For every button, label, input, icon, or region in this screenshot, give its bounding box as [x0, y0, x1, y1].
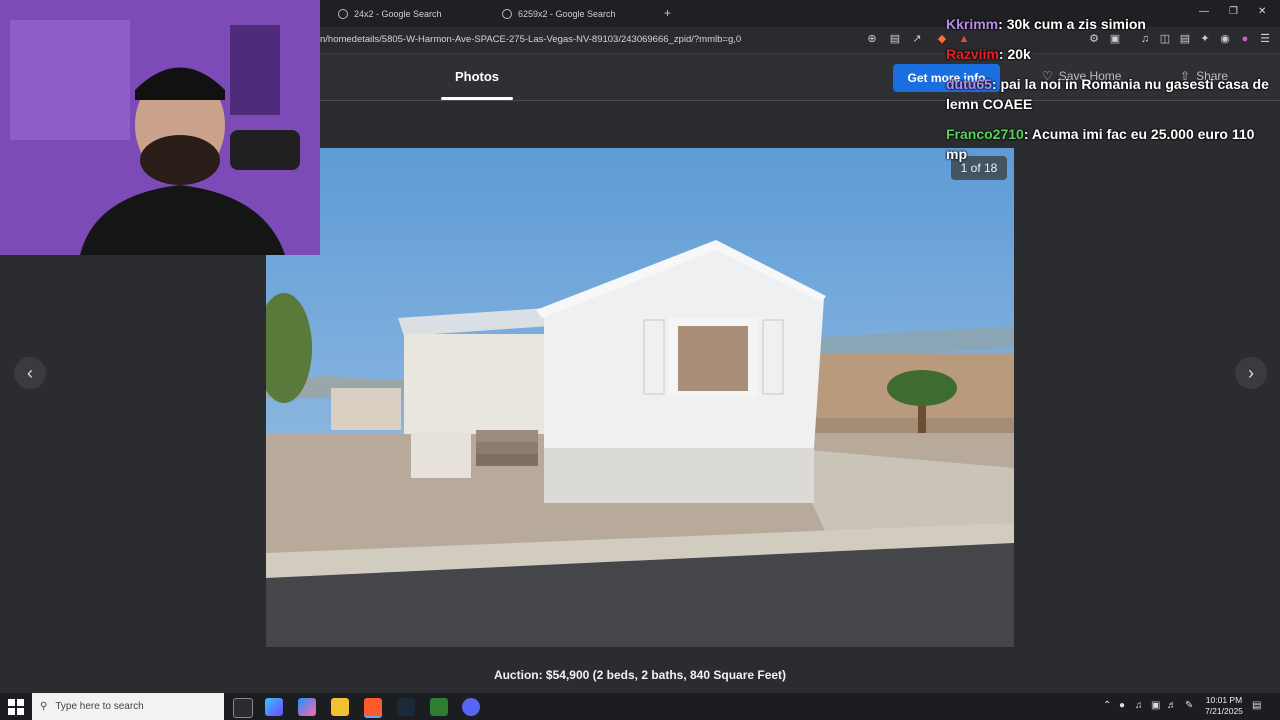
stream-chat: Kkrimm: 30k cum a zis simion Razviim: 20… [946, 14, 1276, 174]
chevron-left-icon: ‹ [27, 362, 33, 383]
task-view-icon[interactable] [233, 698, 253, 718]
system-clock[interactable]: 10:01 PM 7/21/2025 [1198, 695, 1250, 717]
tab-label: 6259x2 - Google Search [518, 9, 616, 19]
file-explorer-icon[interactable] [331, 698, 349, 716]
notifications-icon[interactable]: ▤ [1252, 700, 1261, 711]
chat-text: 30k cum a zis simion [1006, 16, 1146, 32]
clock-time: 10:01 PM [1205, 695, 1243, 705]
search-input: Type here to search [55, 701, 144, 712]
tab-photos[interactable]: Photos [441, 69, 513, 84]
house-image [266, 148, 1014, 647]
copilot-icon[interactable] [265, 698, 283, 716]
pen-icon[interactable]: ✎ [1185, 700, 1193, 711]
chat-username: dutu65 [946, 76, 992, 92]
listing-photo[interactable] [266, 148, 1014, 647]
chevron-right-icon: › [1248, 362, 1254, 383]
reader-icon[interactable]: ▤ [888, 32, 902, 46]
chat-message: Razviim: 20k [946, 44, 1276, 64]
discord-icon[interactable] [462, 698, 480, 716]
new-tab-button[interactable]: + [664, 6, 671, 20]
network-icon[interactable]: ▣ [1151, 700, 1160, 711]
active-tab-indicator [441, 97, 513, 100]
streamer-webcam-image [0, 0, 320, 255]
url-field[interactable]: n/homedetails/5805-W-Harmon-Ave-SPACE-27… [320, 34, 741, 45]
browser-tab[interactable]: 24x2 - Google Search [338, 4, 442, 24]
taskbar-search[interactable]: ⚲ Type here to search [32, 693, 224, 720]
listing-caption: Auction: $54,900 (2 beds, 2 baths, 840 S… [493, 668, 787, 682]
volume-tray-icon[interactable]: ♫ [1135, 700, 1143, 711]
browser-tab[interactable]: 6259x2 - Google Search [502, 4, 616, 24]
speaker-icon[interactable]: ♬ [1167, 700, 1177, 711]
search-icon: ⚲ [40, 701, 48, 712]
google-favicon-icon [502, 9, 512, 19]
previous-photo-button[interactable]: ‹ [14, 357, 46, 389]
microphone-icon[interactable]: ● [1119, 700, 1125, 711]
chat-username: Franco2710 [946, 126, 1024, 142]
chat-message: Kkrimm: 30k cum a zis simion [946, 14, 1276, 34]
chat-message: Franco2710: Acuma imi fac eu 25.000 euro… [946, 124, 1276, 164]
google-favicon-icon [338, 9, 348, 19]
copilot-app-icon[interactable] [298, 698, 316, 716]
webcam-overlay [0, 0, 320, 255]
excel-icon[interactable] [430, 698, 448, 716]
clock-date: 7/21/2025 [1205, 706, 1243, 716]
chat-separator: : [1023, 126, 1032, 142]
brave-browser-icon[interactable] [364, 698, 382, 716]
next-photo-button[interactable]: › [1235, 357, 1267, 389]
zoom-icon[interactable]: ⊕ [865, 32, 879, 46]
chat-separator: : [998, 16, 1007, 32]
chat-username: Kkrimm [946, 16, 999, 32]
chat-message: dutu65: pai la noi in Romania nu gasesti… [946, 74, 1276, 114]
share-page-icon[interactable]: ↗ [910, 32, 924, 46]
windows-taskbar: ⚲ Type here to search ⌃ ● ♫ ▣ ♬ ✎ 10:01 … [0, 693, 1280, 720]
chat-username: Razviim [946, 46, 999, 62]
steam-icon[interactable] [397, 698, 415, 716]
chat-text: 20k [1007, 46, 1031, 62]
tab-label: 24x2 - Google Search [354, 9, 442, 19]
windows-start-icon[interactable] [8, 699, 24, 715]
tray-chevron-up-icon[interactable]: ⌃ [1103, 700, 1111, 711]
